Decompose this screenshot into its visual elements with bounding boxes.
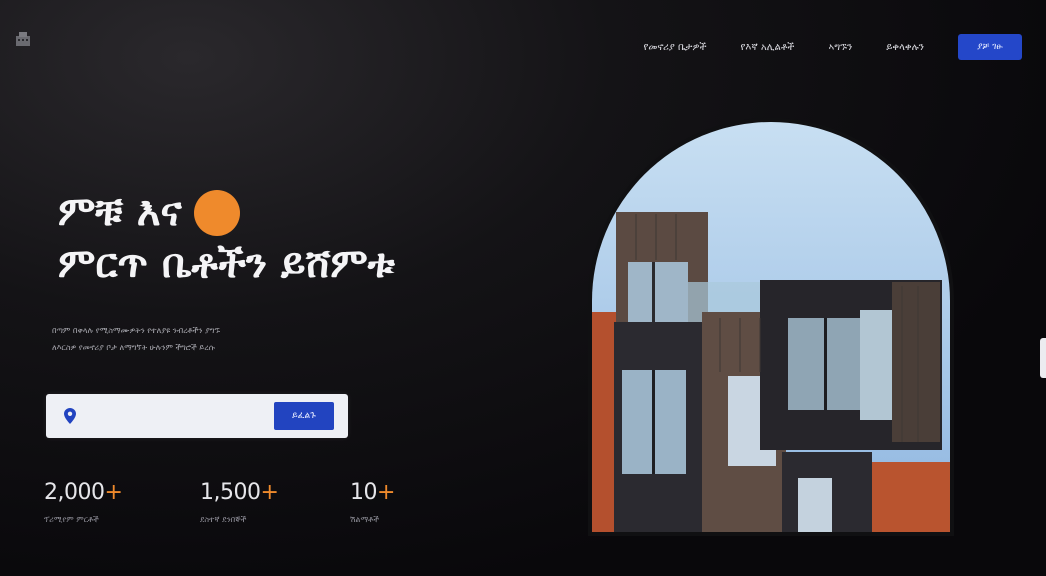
stat-label: ሽልማቶች bbox=[350, 515, 380, 524]
hero-title-line-1: ምቹ እና bbox=[58, 189, 182, 235]
nav-item-join[interactable]: ይቀላቀሉን bbox=[886, 42, 924, 53]
hero-title: ምቹ እና ምርጥ ቤቶችን ይሸምቱ bbox=[58, 186, 518, 290]
hero-title-line-2: ምርጥ ቤቶችን ይሸምቱ bbox=[58, 241, 395, 287]
search-button[interactable]: ይፈልጉ bbox=[274, 402, 334, 430]
building-logo-icon[interactable] bbox=[14, 30, 32, 46]
search-input[interactable] bbox=[86, 404, 270, 430]
search-bar: ይፈልጉ bbox=[46, 394, 348, 438]
nav-cta-button[interactable]: ያቻ ገፁ bbox=[958, 34, 1022, 60]
stat-awards: 10+ ሽልማቶች bbox=[350, 480, 395, 525]
hero-subtitle-line-2: ለእርስዎ የመኖሪያ ቦታ ለማግኘት ሁሉንም ችግሮች ይረሱ bbox=[52, 343, 216, 352]
stat-value: 1,500+ bbox=[200, 480, 279, 505]
location-pin-icon bbox=[64, 408, 76, 424]
stat-label: ፕሪሚየም ምርቶች bbox=[44, 515, 99, 524]
stat-label: ደስተኛ ደንበኞች bbox=[200, 515, 247, 524]
stat-value: 2,000+ bbox=[44, 480, 123, 505]
stat-value: 10+ bbox=[350, 480, 395, 505]
top-nav: የመኖሪያ ቤታዎች የእኛ አሊልቶች ኣግኙን ይቀላቀሉን ያቻ ገፁ bbox=[643, 34, 1022, 60]
hero-subtitle-line-1: በጣም በቀላሉ የሚስማሙዎትን የተለያዩ ንብረቶችን ያግኙ bbox=[52, 326, 220, 335]
nav-item-services[interactable]: የእኛ አሊልቶች bbox=[741, 42, 795, 53]
nav-item-contact[interactable]: ኣግኙን bbox=[828, 42, 852, 53]
hero-image bbox=[592, 122, 950, 532]
nav-item-residences[interactable]: የመኖሪያ ቤታዎች bbox=[643, 42, 706, 53]
stat-customers: 1,500+ ደስተኛ ደንበኞች bbox=[200, 480, 279, 525]
hero-subtitle: በጣም በቀላሉ የሚስማሙዎትን የተለያዩ ንብረቶችን ያግኙ ለእርስዎ… bbox=[52, 322, 352, 356]
scroll-handle[interactable] bbox=[1040, 338, 1046, 378]
stat-products: 2,000+ ፕሪሚየም ምርቶች bbox=[44, 480, 123, 525]
